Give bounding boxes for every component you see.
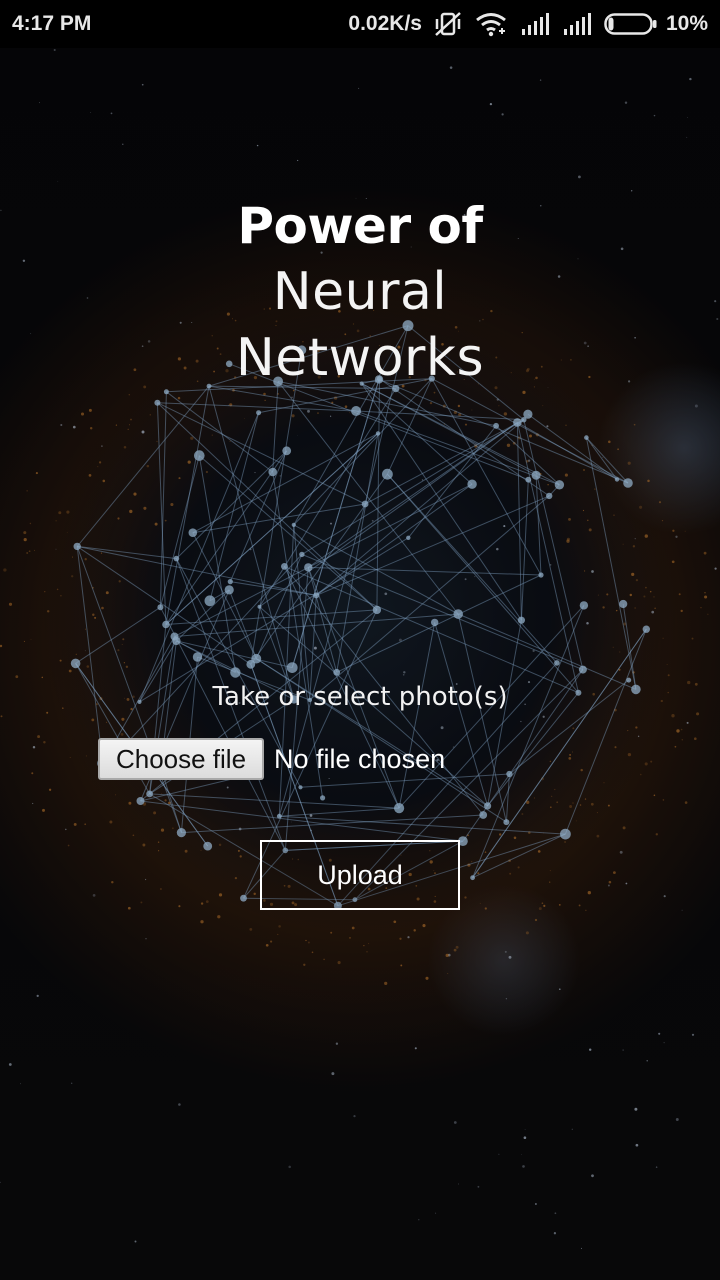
status-time: 4:17 PM [12,12,92,35]
vibrate-off-icon [434,11,462,37]
upload-button[interactable]: Upload [260,840,460,910]
status-indicators: 0.02K/s 10% [348,11,708,37]
file-input[interactable]: Choose file No file chosen [98,738,445,780]
title-light-line2: Networks [235,328,485,388]
battery-percent: 10% [665,12,708,35]
choose-file-button[interactable]: Choose file [98,738,264,780]
network-speed: 0.02K/s [348,12,422,35]
app-screen: 4:17 PM 0.02K/s 10% Power of Neural Netw… [0,0,720,1280]
wifi-icon [474,11,508,37]
battery-indicator: 10% [604,12,708,36]
signal-icon [520,13,550,35]
battery-icon [604,13,658,35]
title-light-line1: Neural [272,262,448,322]
file-status: No file chosen [274,743,446,774]
main-content: Power of Neural Networks Take or select … [0,48,720,1280]
hero-title: Power of Neural Networks [0,193,720,391]
signal-icon [562,13,592,35]
title-bold: Power of [237,197,483,255]
status-bar: 4:17 PM 0.02K/s 10% [0,0,720,48]
photo-prompt: Take or select photo(s) [212,682,508,712]
